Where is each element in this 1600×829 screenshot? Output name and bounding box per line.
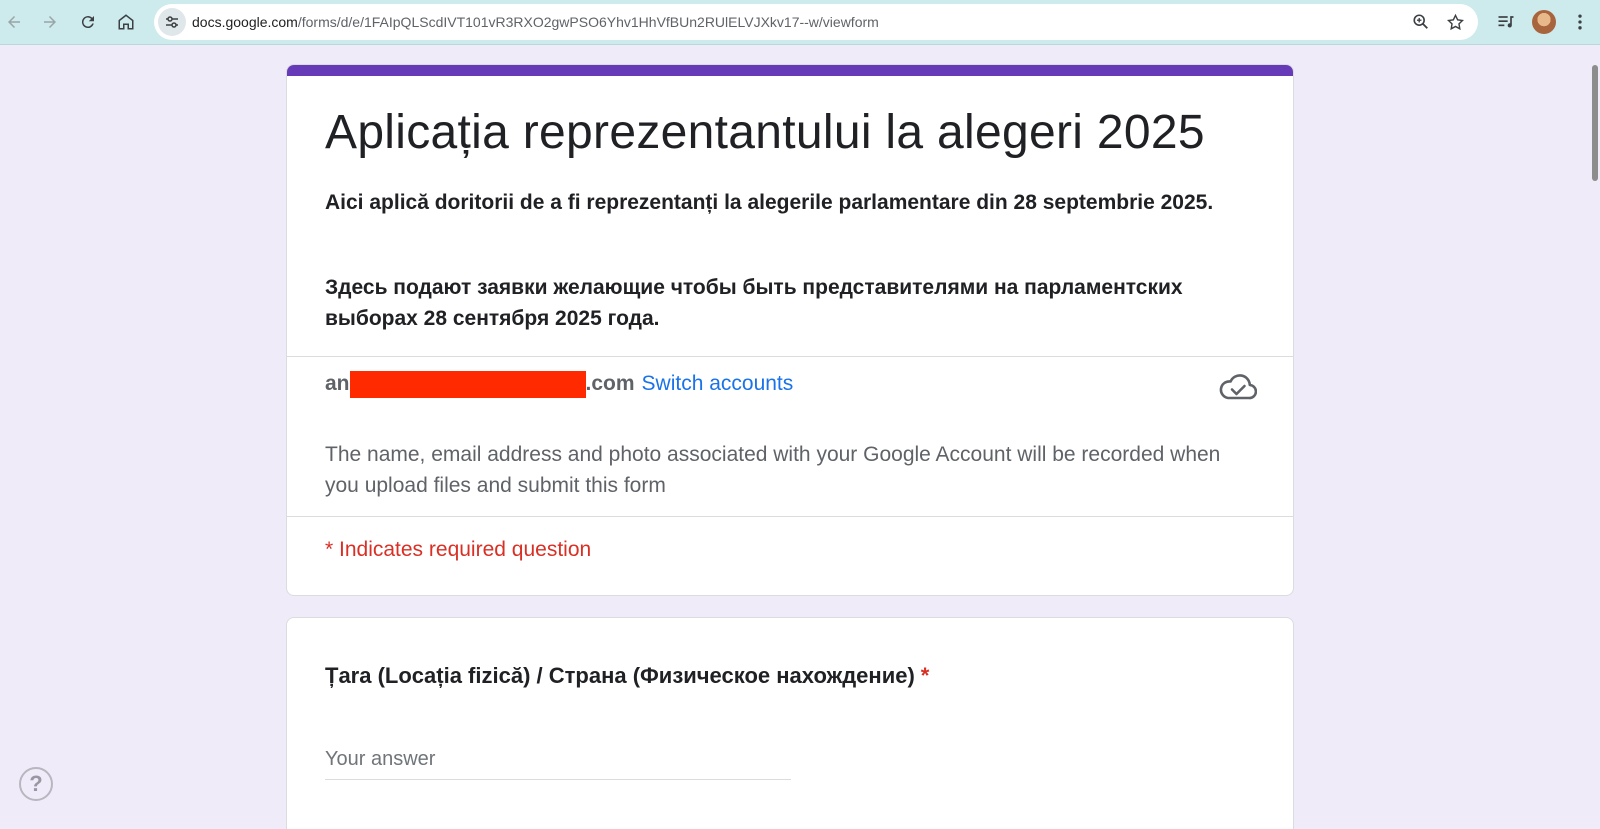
media-controls-button[interactable] bbox=[1492, 8, 1520, 36]
form-page: Aplicația reprezentantului la alegeri 20… bbox=[0, 45, 1600, 829]
question-text: Țara (Locația fizică) / Страна (Физическ… bbox=[325, 663, 915, 688]
reload-button[interactable] bbox=[74, 8, 102, 36]
browser-menu-button[interactable] bbox=[1566, 8, 1594, 36]
home-icon bbox=[118, 14, 134, 30]
accent-band bbox=[287, 65, 1293, 76]
playlist-icon bbox=[1498, 16, 1514, 28]
switch-accounts-link[interactable]: Switch accounts bbox=[642, 372, 794, 396]
scrollbar[interactable] bbox=[1590, 45, 1600, 829]
required-note: * Indicates required question bbox=[325, 538, 592, 561]
email-redaction bbox=[349, 370, 586, 398]
email-prefix: an bbox=[325, 372, 350, 395]
account-row: an .com Switch accounts bbox=[325, 369, 793, 399]
account-email: an .com bbox=[325, 370, 635, 398]
tune-icon bbox=[166, 16, 178, 28]
divider bbox=[287, 356, 1293, 357]
divider bbox=[287, 516, 1293, 517]
browser-toolbar: docs.google.com/forms/d/e/1FAIpQLScdIVT1… bbox=[0, 0, 1600, 45]
zoom-icon bbox=[1413, 14, 1428, 29]
required-asterisk: * bbox=[920, 663, 930, 688]
question-title: Țara (Locația fizică) / Страна (Физическ… bbox=[325, 663, 929, 689]
form-header-card: Aplicația reprezentantului la alegeri 20… bbox=[286, 64, 1294, 596]
arrow-left-icon bbox=[8, 16, 20, 28]
home-button[interactable] bbox=[112, 8, 140, 36]
url-path: /forms/d/e/1FAIpQLScdIVT101vR3RXO2gwPSO6… bbox=[297, 14, 879, 30]
star-icon bbox=[1446, 13, 1464, 30]
help-button[interactable]: ? bbox=[19, 767, 53, 801]
cloud-done-icon bbox=[1219, 374, 1257, 400]
zoom-button[interactable] bbox=[1411, 12, 1431, 32]
back-button[interactable] bbox=[0, 8, 28, 36]
url-text[interactable]: docs.google.com/forms/d/e/1FAIpQLScdIVT1… bbox=[192, 14, 879, 30]
profile-avatar[interactable] bbox=[1532, 10, 1556, 34]
account-notice: The name, email address and photo associ… bbox=[325, 443, 1221, 497]
form-description-ro: Aici aplică doritorii de a fi reprezenta… bbox=[325, 191, 1214, 214]
scrollbar-thumb[interactable] bbox=[1592, 65, 1598, 181]
question-card: Țara (Locația fizică) / Страна (Физическ… bbox=[286, 617, 1294, 829]
answer-input[interactable] bbox=[325, 740, 791, 780]
forward-button[interactable] bbox=[36, 8, 64, 36]
address-bar[interactable]: docs.google.com/forms/d/e/1FAIpQLScdIVT1… bbox=[154, 4, 1478, 40]
url-host: docs.google.com bbox=[192, 14, 298, 30]
form-description-ru: Здесь подают заявки желающие чтобы быть … bbox=[325, 276, 1183, 330]
email-suffix: .com bbox=[585, 372, 635, 395]
bookmark-button[interactable] bbox=[1445, 12, 1465, 32]
kebab-menu-icon bbox=[1578, 14, 1582, 30]
arrow-right-icon bbox=[44, 16, 56, 28]
site-info-button[interactable] bbox=[158, 8, 186, 36]
reload-icon bbox=[81, 16, 94, 29]
form-title: Aplicația reprezentantului la alegeri 20… bbox=[325, 106, 1205, 159]
